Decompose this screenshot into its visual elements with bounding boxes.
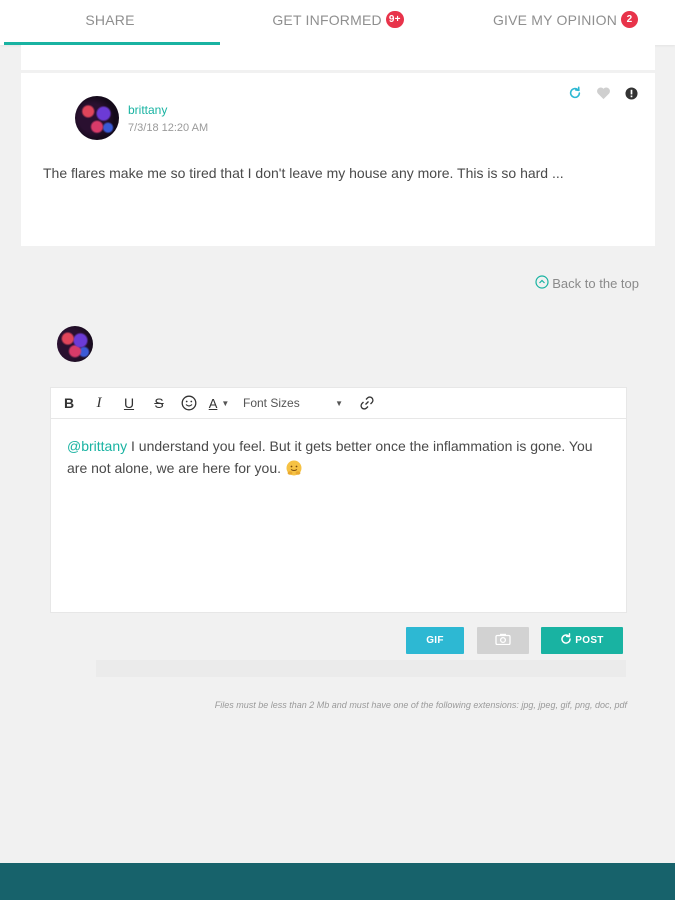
post-button[interactable]: POST bbox=[541, 627, 623, 654]
editor-text-area[interactable]: @brittany I understand you feel. But it … bbox=[51, 419, 626, 495]
tab-get-informed-label: GET INFORMED bbox=[272, 11, 382, 28]
italic-button[interactable]: I bbox=[87, 391, 111, 415]
reply-editor: B I U S A ▼ Font Sizes ▼ @brittany I und… bbox=[50, 387, 627, 613]
heart-icon[interactable] bbox=[595, 85, 611, 101]
post-text: The flares make me so tired that I don't… bbox=[43, 165, 564, 181]
text-color-button[interactable]: A ▼ bbox=[207, 391, 231, 415]
underline-button[interactable]: U bbox=[117, 391, 141, 415]
file-requirements-note: Files must be less than 2 Mb and must ha… bbox=[214, 700, 627, 710]
gif-button-label: GIF bbox=[426, 635, 444, 646]
post-author[interactable]: brittany bbox=[128, 103, 167, 117]
chevron-down-icon: ▼ bbox=[335, 398, 343, 408]
tab-give-my-opinion-label: GIVE MY OPINION bbox=[492, 11, 618, 28]
send-icon bbox=[560, 633, 572, 648]
info-icon[interactable] bbox=[623, 85, 639, 101]
tab-get-informed[interactable]: GET INFORMED 9+ bbox=[220, 0, 456, 45]
camera-icon bbox=[495, 633, 511, 648]
font-sizes-label: Font Sizes bbox=[243, 396, 300, 410]
avatar[interactable] bbox=[75, 96, 119, 140]
post-timestamp: 7/3/18 12:20 AM bbox=[128, 122, 209, 134]
refresh-icon[interactable] bbox=[567, 85, 583, 101]
photo-upload-button[interactable] bbox=[477, 627, 529, 654]
post-button-label: POST bbox=[575, 635, 604, 646]
back-to-top-link[interactable]: Back to the top bbox=[535, 275, 639, 292]
back-to-top-label: Back to the top bbox=[552, 276, 639, 291]
chevron-down-icon: ▼ bbox=[221, 398, 230, 408]
footer-bar bbox=[0, 863, 675, 900]
tab-share-label: SHARE bbox=[85, 11, 135, 28]
previous-card-edge bbox=[21, 45, 655, 70]
link-icon[interactable] bbox=[355, 391, 379, 415]
bold-button[interactable]: B bbox=[57, 391, 81, 415]
tab-bar: SHARE GET INFORMED 9+ GIVE MY OPINION 2 bbox=[0, 0, 675, 45]
font-sizes-select[interactable]: Font Sizes ▼ bbox=[243, 396, 343, 410]
emoji-icon[interactable] bbox=[177, 391, 201, 415]
current-user-avatar[interactable] bbox=[57, 326, 93, 362]
post-card: brittany 7/3/18 12:20 AM The flares make… bbox=[21, 73, 655, 246]
notification-badge: 2 bbox=[621, 11, 639, 28]
strikethrough-button[interactable]: S bbox=[147, 391, 171, 415]
upload-progress-area bbox=[96, 660, 626, 677]
hugging-face-icon bbox=[285, 459, 303, 477]
tab-give-my-opinion[interactable]: GIVE MY OPINION 2 bbox=[456, 0, 675, 45]
gif-button[interactable]: GIF bbox=[406, 627, 464, 654]
text-color-label: A bbox=[208, 395, 218, 411]
tab-share[interactable]: SHARE bbox=[0, 0, 220, 45]
reply-text: I understand you feel. But it gets bette… bbox=[67, 438, 593, 476]
post-actions bbox=[567, 85, 639, 101]
arrow-up-circle-icon bbox=[535, 275, 549, 292]
editor-toolbar: B I U S A ▼ Font Sizes ▼ bbox=[51, 388, 626, 419]
notification-badge: 9+ bbox=[385, 11, 404, 28]
user-mention[interactable]: @brittany bbox=[67, 438, 127, 454]
